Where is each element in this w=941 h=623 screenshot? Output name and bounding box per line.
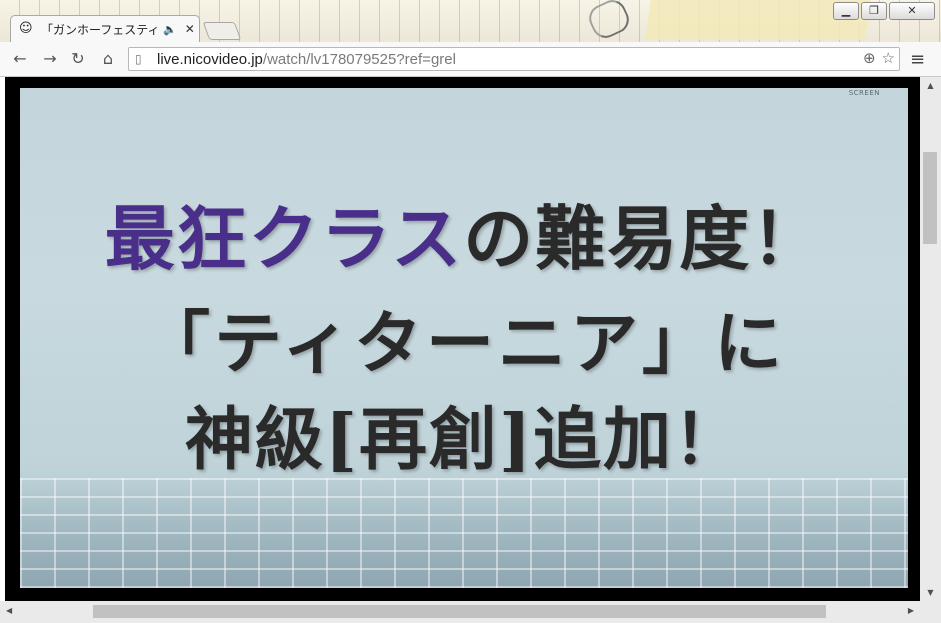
maximize-button[interactable]: ❐ xyxy=(861,2,887,20)
close-icon[interactable]: ✕ xyxy=(185,22,195,36)
caption-line-1: 最狂クラスの難易度！ xyxy=(20,183,908,284)
scroll-up-arrow[interactable]: ▲ xyxy=(920,81,941,90)
video-frame: SCREEN 最狂クラスの難易度！ 「ティターニア」に 神級[再創]追加！ xyxy=(20,88,908,588)
caption-line-3: 神級[再創]追加！ xyxy=(184,400,744,480)
url-path: /watch/lv178079525?ref=grel xyxy=(262,50,456,68)
corner-tag: SCREEN xyxy=(848,89,880,97)
scroll-down-arrow[interactable]: ▼ xyxy=(920,588,941,597)
url-text: live.nicovideo.jp/watch/lv178079525?ref=… xyxy=(157,51,456,68)
page-content: SCREEN 最狂クラスの難易度！ 「ティターニア」に 神級[再創]追加！ xyxy=(0,77,920,601)
title-bar: ☺ 「ガンホーフェスティ 🔈 ✕ ▁ ❐ ✕ xyxy=(0,0,941,43)
caption-line-1-rest: の難易度！ xyxy=(463,197,824,280)
home-button[interactable]: ⌂ xyxy=(98,49,118,69)
zoom-icon[interactable]: ⊕ xyxy=(863,49,876,67)
page-icon: ▯ xyxy=(135,52,142,66)
nico-face-icon: ☺ xyxy=(19,21,33,36)
back-button[interactable]: ← xyxy=(10,49,30,69)
grid-floor-graphic xyxy=(20,478,908,588)
vertical-scroll-thumb[interactable] xyxy=(923,152,937,244)
forward-button[interactable]: → xyxy=(40,49,60,69)
scrollbar-corner xyxy=(920,601,941,623)
reload-button[interactable]: ↻ xyxy=(68,49,88,69)
caption-line-2: 「ティターニア」に xyxy=(142,304,786,384)
menu-icon[interactable]: ≡ xyxy=(910,49,925,70)
star-icon[interactable]: ☆ xyxy=(882,49,895,67)
scroll-right-arrow[interactable]: ▶ xyxy=(908,606,914,615)
close-button[interactable]: ✕ xyxy=(889,2,935,20)
paperclip-decoration xyxy=(584,0,634,43)
minimize-button[interactable]: ▁ xyxy=(833,2,859,20)
tab-active[interactable]: ☺ 「ガンホーフェスティ 🔈 ✕ xyxy=(10,15,200,42)
horizontal-scroll-thumb[interactable] xyxy=(93,605,826,618)
new-tab-button[interactable] xyxy=(202,22,242,40)
caption-highlight: 最狂クラス xyxy=(104,197,464,280)
horizontal-scrollbar[interactable]: ◀ ▶ xyxy=(0,601,920,623)
video-player[interactable]: SCREEN 最狂クラスの難易度！ 「ティターニア」に 神級[再創]追加！ xyxy=(5,77,920,601)
scroll-left-arrow[interactable]: ◀ xyxy=(6,606,12,615)
window-controls: ▁ ❐ ✕ xyxy=(833,2,935,20)
omnibox-actions: ⊕ ☆ xyxy=(863,49,895,67)
address-bar[interactable]: ▯ live.nicovideo.jp/watch/lv178079525?re… xyxy=(128,47,900,71)
browser-toolbar: ← → ↻ ⌂ ▯ live.nicovideo.jp/watch/lv1780… xyxy=(0,42,941,77)
tab-title: 「ガンホーフェスティ xyxy=(41,22,159,37)
vertical-scrollbar[interactable]: ▲ ▼ xyxy=(920,77,941,601)
speaker-icon[interactable]: 🔈 xyxy=(163,23,177,36)
url-host: live.nicovideo.jp xyxy=(157,50,263,68)
